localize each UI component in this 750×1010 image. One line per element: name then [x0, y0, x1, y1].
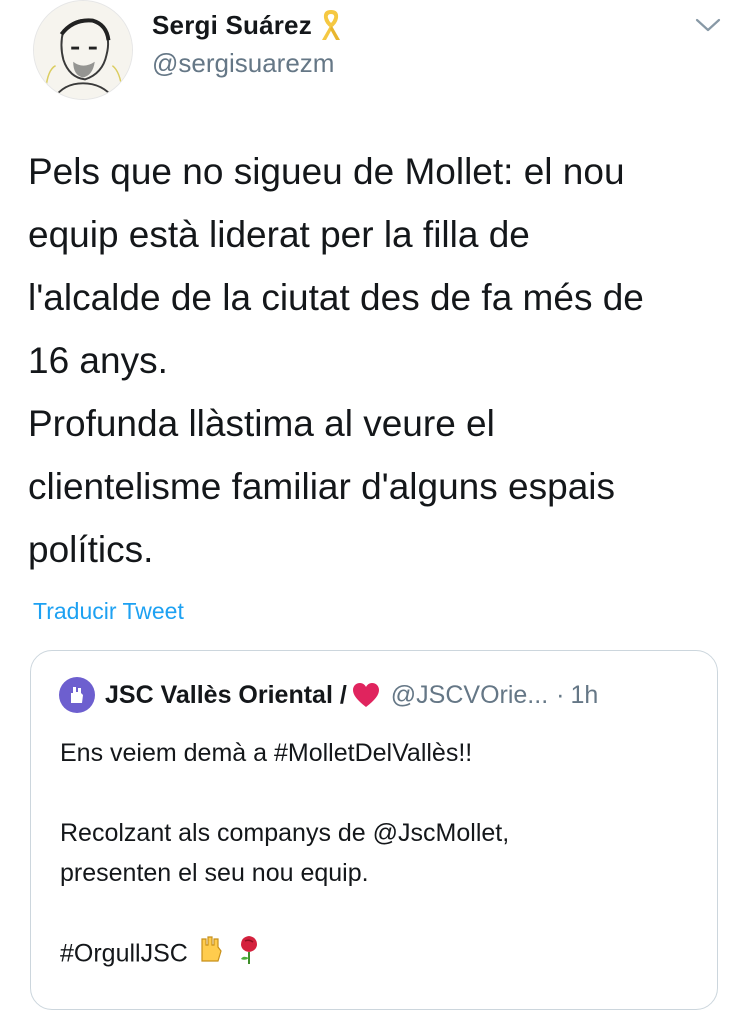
- quoted-text-line: presenten el seu nou equip.: [60, 859, 369, 887]
- quoted-text-line: Ens veiem demà a #MolletDelVallès!!: [60, 739, 473, 767]
- tweet-text: Pels que no sigueu de Mollet: el nou equ…: [28, 151, 644, 570]
- quoted-tweet-text: Ens veiem demà a #MolletDelVallès!! Reco…: [60, 733, 700, 977]
- quoted-author-avatar[interactable]: [59, 677, 95, 713]
- quoted-hashtag-line: #OrgullJSC: [60, 933, 700, 977]
- quoted-author-name: JSC Vallès Oriental /: [105, 680, 347, 709]
- quoted-tweet-header: JSC Vallès Oriental / @JSCVOrie... · 1h: [59, 677, 598, 713]
- translate-tweet-link[interactable]: Traducir Tweet: [33, 598, 184, 625]
- rose-emoji: [234, 933, 264, 977]
- author-avatar[interactable]: [33, 0, 133, 100]
- quoted-tweet-card[interactable]: JSC Vallès Oriental / @JSCVOrie... · 1h …: [30, 650, 718, 1010]
- chevron-down-icon[interactable]: [694, 14, 722, 36]
- author-name-row: Sergi Suárez: [152, 8, 344, 42]
- separator-dot: ·: [556, 680, 565, 709]
- hashtag-orgulljsc[interactable]: #OrgullJSC: [60, 940, 188, 968]
- raised-fist-logo-icon: [71, 687, 83, 703]
- quoted-tweet-time: 1h: [570, 680, 599, 709]
- yellow-ribbon-icon: [318, 8, 344, 42]
- quoted-text-line: Recolzant als companys de @JscMollet,: [60, 819, 510, 847]
- author-handle[interactable]: @sergisuarezm: [152, 48, 334, 79]
- quoted-author-handle: @JSCVOrie...: [390, 680, 549, 709]
- sketch-portrait-icon: [34, 1, 132, 99]
- tweet-header: Sergi Suárez @sergisuarezm: [0, 0, 750, 110]
- red-heart-icon: [351, 681, 381, 709]
- author-display-name[interactable]: Sergi Suárez: [152, 10, 312, 41]
- raised-fist-emoji: [196, 933, 226, 977]
